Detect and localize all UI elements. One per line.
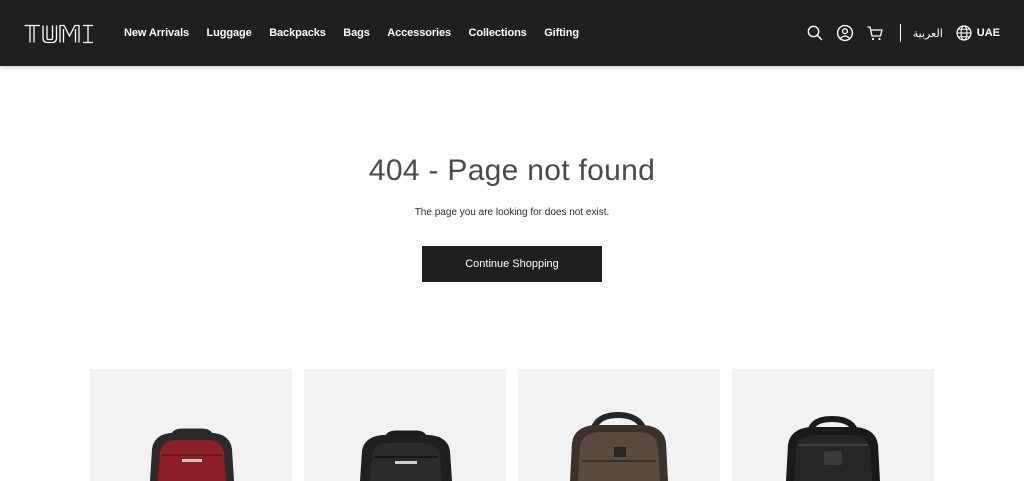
nav-gifting[interactable]: Gifting xyxy=(544,27,579,39)
product-card[interactable] xyxy=(304,369,506,481)
main-nav: New Arrivals Luggage Backpacks Bags Acce… xyxy=(124,0,596,66)
utility-divider xyxy=(899,24,901,42)
region-selector[interactable]: UAE xyxy=(977,27,1000,39)
nav-bags[interactable]: Bags xyxy=(343,27,370,39)
nav-luggage[interactable]: Luggage xyxy=(207,27,252,39)
product-card[interactable] xyxy=(518,369,720,481)
nav-collections[interactable]: Collections xyxy=(469,27,527,39)
language-switch[interactable]: العربية xyxy=(913,27,943,40)
backpack-image xyxy=(786,415,880,481)
tumi-logo[interactable] xyxy=(24,24,94,44)
main-content: 404 - Page not found The page you are lo… xyxy=(0,66,1024,481)
product-grid xyxy=(90,369,935,481)
nav-backpacks[interactable]: Backpacks xyxy=(269,27,326,39)
backpack-image xyxy=(570,411,668,481)
search-icon[interactable] xyxy=(806,24,824,42)
nav-accessories[interactable]: Accessories xyxy=(387,27,451,39)
product-card[interactable] xyxy=(732,369,934,481)
product-card[interactable] xyxy=(90,369,292,481)
cart-icon[interactable] xyxy=(866,24,884,42)
utility-nav: العربية UAE xyxy=(806,0,1000,66)
page-subtitle: The page you are looking for does not ex… xyxy=(414,207,610,218)
tumi-logo-mark xyxy=(24,24,93,44)
backpack-image xyxy=(150,428,234,481)
nav-new-arrivals[interactable]: New Arrivals xyxy=(124,27,189,39)
globe-icon[interactable] xyxy=(955,24,973,42)
continue-shopping-button[interactable]: Continue Shopping xyxy=(422,246,602,282)
site-header: New Arrivals Luggage Backpacks Bags Acce… xyxy=(0,0,1024,66)
page-title: 404 - Page not found xyxy=(368,154,656,187)
account-icon[interactable] xyxy=(836,24,854,42)
backpack-image xyxy=(360,430,452,481)
